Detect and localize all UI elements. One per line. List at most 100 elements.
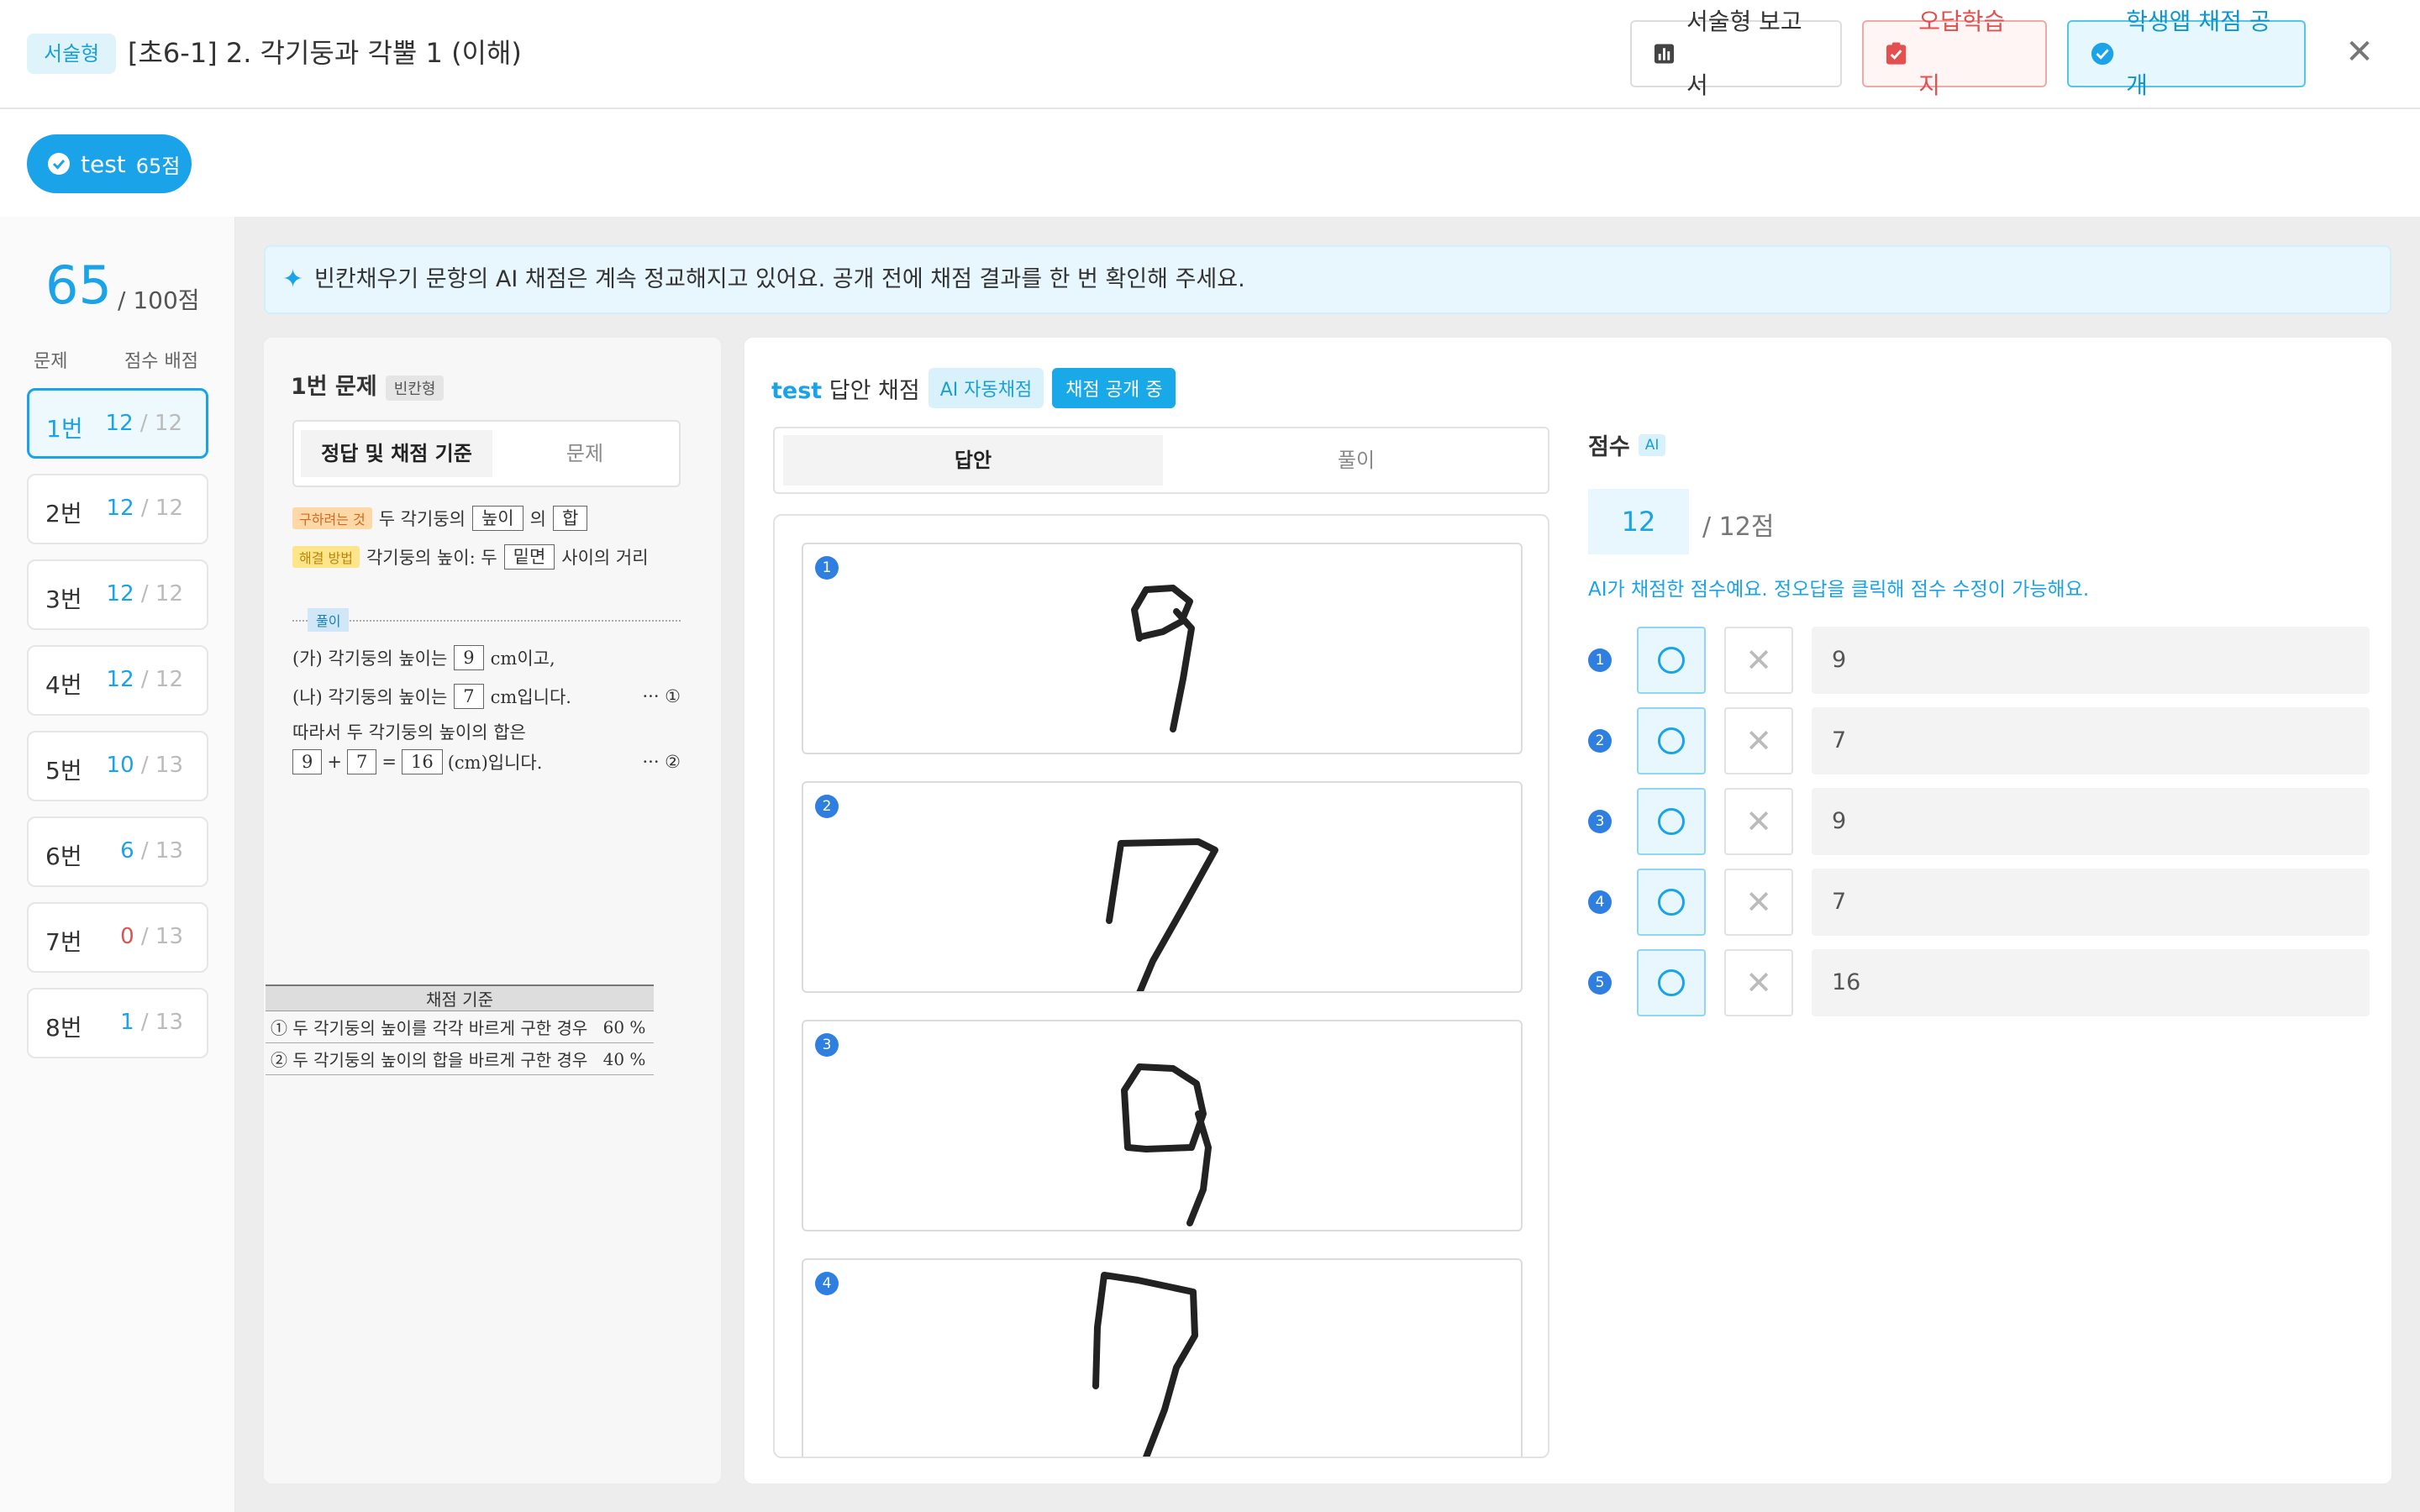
question-max: / 12 (139, 411, 182, 436)
score-input[interactable]: 12 (1588, 489, 1689, 554)
mark-correct-button[interactable] (1637, 869, 1706, 936)
ai-auto-grading-badge: AI 자동채점 (928, 368, 1044, 408)
x-icon: ✕ (1745, 884, 1772, 921)
sidebar-item-q1[interactable]: 1번 12 / 12 (27, 388, 208, 459)
solution-label: 풀이 (308, 608, 350, 632)
problem-tabs: 정답 및 채점 기준 문제 (292, 420, 681, 487)
mark-wrong-button[interactable]: ✕ (1724, 949, 1793, 1016)
sidebar-item-q7[interactable]: 7번 0 / 13 (27, 902, 208, 973)
grading-student-name: test (771, 377, 823, 404)
mark-correct-button[interactable] (1637, 707, 1706, 774)
question-label: 8번 (45, 1014, 82, 1042)
handwriting-image (1092, 1272, 1198, 1457)
solution-marker: ··· ① (642, 686, 681, 706)
goal-box: 합 (552, 506, 588, 531)
criteria-item: ① 두 각기둥의 높이를 각각 바르게 구한 경우 (266, 1011, 595, 1043)
x-icon: ✕ (1745, 964, 1772, 1001)
answer-card: 4 (802, 1258, 1523, 1457)
solution-line-3: 따라서 두 각기둥의 높이의 합은 (292, 719, 526, 744)
student-answer-value: 9 (1812, 788, 2370, 855)
question-got: 12 (105, 411, 134, 436)
type-badge: 서술형 (27, 34, 117, 74)
clipboard-check-icon (1886, 42, 1907, 65)
question-max: / 13 (140, 1010, 183, 1035)
solution-text: (cm)입니다. (447, 753, 543, 773)
goal-text: 의 (529, 509, 546, 529)
blank-number: 1 (1588, 648, 1612, 672)
report-button-label: 서술형 보고서 (1686, 8, 1802, 99)
sidebar-item-q8[interactable]: 8번 1 / 13 (27, 988, 208, 1058)
goal-label: 구하려는 것 (292, 507, 372, 529)
question-label: 7번 (45, 928, 82, 956)
problem-type-tag: 빈칸형 (385, 375, 445, 401)
student-chip[interactable]: test 65점 (27, 134, 192, 193)
student-name: test (81, 150, 126, 178)
mark-correct-button[interactable] (1637, 949, 1706, 1016)
wrong-note-button[interactable]: 오답학습지 (1862, 8, 2047, 99)
solution-box: 9 (292, 749, 323, 774)
sidebar-item-q4[interactable]: 4번 12 / 12 (27, 645, 208, 716)
criteria-percent: 40 % (595, 1042, 654, 1075)
circle-icon (1658, 727, 1685, 754)
question-label: 3번 (45, 585, 82, 613)
answer-card: 2 (802, 781, 1523, 993)
answer-grade-row: 5 ✕ 16 (1588, 949, 2370, 1016)
tab-problem[interactable]: 문제 (489, 430, 681, 477)
x-icon: ✕ (1745, 803, 1772, 840)
criteria-title: 채점 기준 (266, 984, 654, 1011)
circle-icon (1658, 889, 1685, 916)
question-max: / 12 (140, 667, 183, 692)
mark-wrong-button[interactable]: ✕ (1724, 707, 1793, 774)
solution-line-1: (가) 각기둥의 높이는 9 cm이고, (292, 645, 555, 670)
student-answer-value: 7 (1812, 707, 2370, 774)
question-max: / 12 (140, 496, 183, 521)
solution-text: (가) 각기둥의 높이는 (292, 648, 448, 669)
goal-row: 구하려는 것 두 각기둥의 높이 의 합 (292, 506, 588, 531)
sidebar-item-q2[interactable]: 2번 12 / 12 (27, 474, 208, 544)
mark-wrong-button[interactable]: ✕ (1724, 869, 1793, 936)
question-label: 2번 (45, 500, 82, 528)
ai-notice-banner: ✦ 빈칸채우기 문항의 AI 채점은 계속 정교해지고 있어요. 공개 전에 채… (264, 245, 2391, 314)
method-text: 각기둥의 높이: 두 (366, 548, 497, 568)
tab-answer-criteria[interactable]: 정답 및 채점 기준 (301, 430, 492, 477)
report-button[interactable]: 서술형 보고서 (1630, 8, 1842, 99)
solution-text: cm이고, (490, 648, 555, 669)
x-icon: ✕ (1745, 722, 1772, 759)
publish-grading-button[interactable]: 학생앱 채점 공개 (2067, 8, 2306, 99)
mark-correct-button[interactable] (1637, 627, 1706, 694)
blank-number: 3 (1588, 810, 1612, 833)
ai-mini-badge: AI (1638, 433, 1666, 456)
answer-grade-row: 4 ✕ 7 (1588, 869, 2370, 936)
solution-line-2: (나) 각기둥의 높이는 7 cm입니다. ··· ① (292, 684, 681, 709)
solution-box: 7 (346, 749, 377, 774)
mark-correct-button[interactable] (1637, 788, 1706, 855)
sidebar-item-q3[interactable]: 3번 12 / 12 (27, 559, 208, 630)
tab-solution[interactable]: 풀이 (1166, 435, 1546, 486)
sparkle-icon: ✦ (282, 265, 304, 294)
answer-grade-row: 1 ✕ 9 (1588, 627, 2370, 694)
handwriting-image (1131, 585, 1195, 732)
handwriting-image (1106, 838, 1218, 991)
sidebar-item-q5[interactable]: 5번 10 / 13 (27, 731, 208, 801)
answer-card: 3 (802, 1020, 1523, 1231)
method-box: 밑면 (503, 544, 555, 570)
page-title: [초6-1] 2. 각기둥과 각뿔 1 (이해) (128, 37, 522, 69)
answer-scroll-area[interactable]: 1 2 3 4 (773, 514, 1549, 1458)
mark-wrong-button[interactable]: ✕ (1724, 627, 1793, 694)
mark-wrong-button[interactable]: ✕ (1724, 788, 1793, 855)
sidebar-col-question: 문제 (34, 351, 68, 372)
bar-chart-icon (1654, 44, 1675, 64)
answer-grade-row: 2 ✕ 7 (1588, 707, 2370, 774)
student-answer-value: 7 (1812, 869, 2370, 936)
question-max: / 13 (140, 924, 183, 949)
question-got: 10 (106, 753, 134, 778)
circle-icon (1658, 969, 1685, 996)
sidebar-item-q6[interactable]: 6번 6 / 13 (27, 816, 208, 887)
top-bar: 서술형 [초6-1] 2. 각기둥과 각뿔 1 (이해) 서술형 보고서 오답학… (0, 0, 2420, 109)
close-icon[interactable]: ✕ (2341, 34, 2378, 71)
student-score: 65점 (135, 154, 181, 178)
question-label: 4번 (45, 671, 82, 699)
score-note: AI가 채점한 점수예요. 정오답을 클릭해 점수 수정이 가능해요. (1588, 579, 2090, 601)
question-label: 5번 (45, 757, 82, 785)
tab-answer[interactable]: 답안 (783, 435, 1163, 486)
